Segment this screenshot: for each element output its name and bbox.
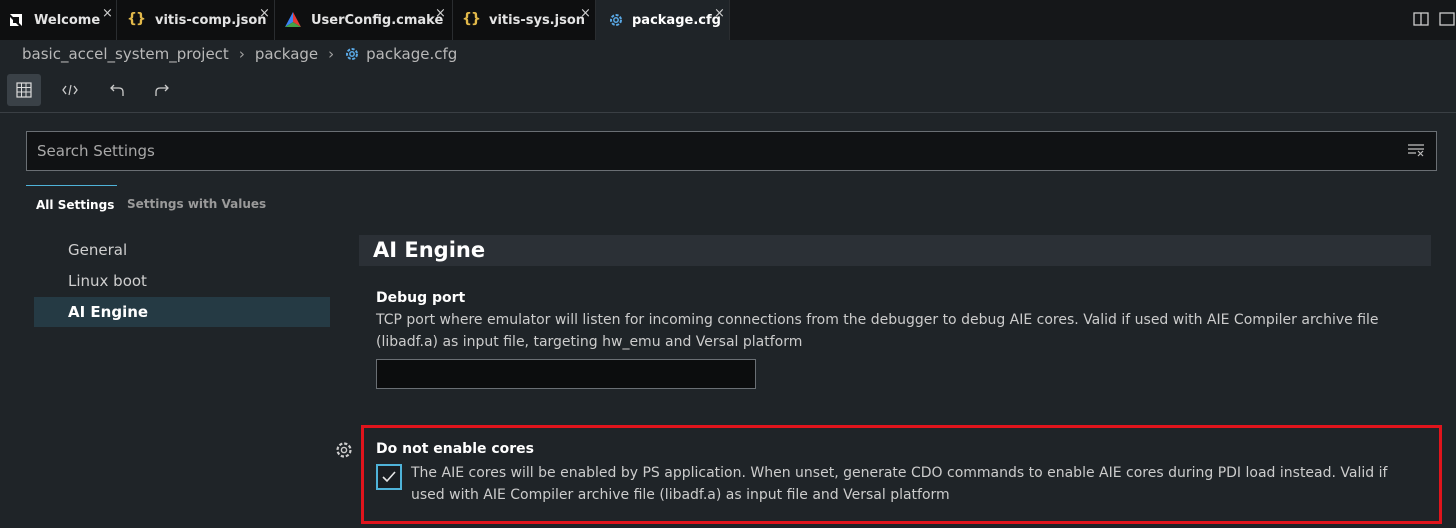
filter-icon[interactable] — [1407, 143, 1425, 157]
tab-settings-with-values-label: Settings with Values — [127, 197, 267, 211]
breadcrumb-project[interactable]: basic_accel_system_project — [22, 45, 229, 63]
split-editor-icon[interactable] — [1413, 11, 1429, 27]
close-icon[interactable]: × — [580, 6, 591, 21]
section-title: AI Engine — [373, 238, 486, 262]
breadcrumb-file[interactable]: package.cfg — [366, 45, 457, 63]
debug-port-description: TCP port where emulator will listen for … — [376, 312, 1379, 328]
nav-item-label: Linux boot — [68, 272, 147, 290]
breadcrumb-folder[interactable]: package — [255, 45, 318, 63]
amd-logo-icon — [10, 14, 22, 26]
close-icon[interactable]: × — [259, 6, 270, 21]
tab-userconfig-cmake-label: UserConfig.cmake — [311, 13, 444, 28]
breadcrumb: basic_accel_system_project › package › p… — [22, 45, 457, 63]
nav-item-label: General — [68, 241, 128, 259]
redo-icon — [155, 84, 169, 96]
tab-settings-with-values[interactable]: Settings with Values — [117, 185, 267, 225]
gear-icon — [346, 48, 359, 60]
editor-tab-bar: Welcome × {} vitis-comp.json × UserConfi… — [0, 0, 1456, 40]
close-icon[interactable]: × — [102, 6, 113, 21]
nav-item-label: AI Engine — [68, 303, 149, 321]
gear-icon — [610, 14, 622, 26]
close-icon[interactable]: × — [435, 6, 446, 21]
table-icon — [16, 82, 32, 98]
code-icon — [62, 84, 78, 96]
close-icon[interactable]: × — [714, 6, 725, 21]
cmake-triangle-icon — [285, 12, 301, 27]
undo-icon — [110, 84, 124, 96]
tab-all-settings-label: All Settings — [36, 198, 115, 212]
tab-package-cfg[interactable]: package.cfg × — [596, 0, 730, 40]
nav-item-ai-engine[interactable]: AI Engine — [34, 297, 330, 327]
breadcrumb-separator: › — [238, 45, 245, 63]
table-view-button[interactable] — [7, 74, 41, 106]
tab-welcome[interactable]: Welcome × — [0, 0, 117, 40]
json-braces-icon: {} — [127, 11, 146, 27]
tab-vitis-sys-json-label: vitis-sys.json — [489, 13, 586, 28]
debug-port-title: Debug port — [376, 290, 466, 306]
debug-port-input[interactable] — [376, 359, 756, 389]
nav-item-general[interactable]: General — [34, 235, 330, 265]
undo-button[interactable] — [100, 74, 134, 106]
source-view-button[interactable] — [53, 74, 87, 106]
breadcrumb-separator: › — [328, 45, 335, 63]
nav-item-linux-boot[interactable]: Linux boot — [34, 266, 330, 296]
setting-gear-icon[interactable] — [334, 440, 354, 460]
tab-vitis-comp-json[interactable]: {} vitis-comp.json × — [117, 0, 275, 40]
highlight-box — [361, 425, 1442, 524]
tab-vitis-sys-json[interactable]: {} vitis-sys.json × — [453, 0, 596, 40]
toolbar-divider — [0, 112, 1456, 113]
tab-all-settings[interactable]: All Settings — [26, 185, 117, 226]
search-settings-input[interactable] — [26, 131, 1437, 171]
more-actions-icon[interactable] — [1439, 11, 1455, 27]
tab-userconfig-cmake[interactable]: UserConfig.cmake × — [275, 0, 453, 40]
debug-port-description: (libadf.a) as input file, targeting hw_e… — [376, 334, 803, 350]
json-braces-icon: {} — [462, 11, 481, 27]
tab-welcome-label: Welcome — [34, 13, 101, 28]
tab-package-cfg-label: package.cfg — [632, 13, 721, 28]
section-header: AI Engine — [359, 235, 1431, 266]
redo-button[interactable] — [145, 74, 179, 106]
tab-vitis-comp-json-label: vitis-comp.json — [155, 13, 267, 28]
